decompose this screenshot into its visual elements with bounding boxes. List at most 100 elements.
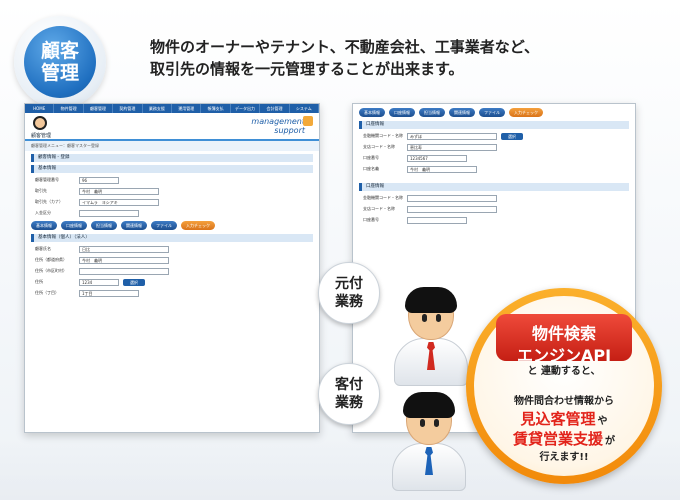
field-label: 支店コード・名称 [363,144,395,149]
headline: 物件のオーナーやテナント、不動産会社、工事業者など、 取引先の情報を一元管理する… [150,36,670,80]
field-input[interactable] [407,205,497,213]
form-row: 顧客管理番号 96 [35,176,309,184]
form-row: 金融機関コード・名称 みずほ 選択 [363,132,625,140]
section-header: 基本情報（個人）（法人） [31,234,313,242]
menu-item[interactable]: 業務支援 [143,104,173,113]
menu-item[interactable]: 物件管理 [54,104,84,113]
tab-pill[interactable]: 関連情報 [121,221,147,230]
field-input[interactable]: 96 [79,176,119,184]
bubble-line1: 元付 [335,276,363,292]
field-input[interactable] [79,267,169,275]
form-row: 顧客氏名 日比 [35,245,309,253]
field-label: 入金区分 [35,210,51,215]
bubble-line2: 業務 [335,395,363,411]
field-label: 口座番号 [363,155,379,160]
callout-emph1-tail: や [597,416,608,427]
tab-pill[interactable]: 口座情報 [61,221,87,230]
field-input[interactable]: 1234567 [407,154,467,162]
tab-pill[interactable]: 担当情報 [419,108,445,117]
tab-pill[interactable]: ファイル [479,108,505,117]
callout-emph1-row: 見込客管理や [474,408,654,429]
bubble-line1: 客付 [335,377,363,393]
form-row: 口座番号 1234567 [363,154,625,162]
field-input[interactable]: 日比 [79,245,169,253]
form-row: 住所 1234 選択 [35,278,309,286]
menu-item[interactable]: 帳簿支払 [201,104,231,113]
menu-item[interactable]: 会計管理 [260,104,290,113]
menu-item[interactable]: データ出力 [231,104,261,113]
callout-emph2: 賃貸営業支援 [512,430,603,448]
tab-pills: 基本情報 口座情報 担当情報 関連情報 ファイル 入力チェック [31,221,313,230]
callout-emph2-row: 賃貸営業支援が [474,428,654,449]
field-input[interactable]: 今村 義明 [79,187,159,195]
field-label: 口座名義 [363,166,379,171]
form-row: 住所（都道府県） 今村 義明 [35,256,309,264]
field-input[interactable]: 今村 義明 [407,165,477,173]
brand-line2: support [274,126,305,135]
form-row: 口座番号 [363,216,625,224]
form-row: 入金区分 [35,209,309,217]
brand-logo: management support [251,117,305,135]
eye [420,419,425,427]
menu-item[interactable]: 顧客管理 [84,104,114,113]
menu-item[interactable]: 契約管理 [113,104,143,113]
tab-pill[interactable]: 基本情報 [31,221,57,230]
field-label: 顧客氏名 [35,246,51,251]
field-label: 金融機関コード・名称 [363,195,403,200]
tab-pill[interactable]: 口座情報 [389,108,415,117]
tab-pill[interactable]: 基本情報 [359,108,385,117]
check-pill[interactable]: 入力チェック [509,108,543,117]
menu-item[interactable]: システム [290,104,319,113]
field-input[interactable]: 1234 [79,278,119,286]
form-row: 金融機関コード・名称 [363,194,625,202]
callout-title2-tail: と [527,366,538,377]
callout-emph2-tail: が [605,436,615,447]
menu-item[interactable]: 運用管理 [172,104,202,113]
callout-line3-text: 連動すると、 [540,366,601,377]
user-icon [33,116,47,130]
field-label: 住所（市区町村） [35,268,67,273]
section-header: 基本情報 [31,165,313,173]
field-input[interactable]: みずほ [407,132,497,140]
menu-item[interactable]: HOME [25,104,55,113]
bubble-line2: 業務 [335,294,363,310]
logo-bar: 顧客管理 management support [25,113,319,141]
select-button[interactable]: 選択 [501,132,523,140]
select-button[interactable]: 選択 [123,278,145,286]
tab-pill[interactable]: 関連情報 [449,108,475,117]
headline-line2: 取引先の情報を一元管理することが出来ます。 [150,60,464,78]
field-label: 顧客管理番号 [35,177,59,182]
badge-line1: 顧客 [40,40,79,62]
tab-pill[interactable]: ファイル [151,221,177,230]
badge-line2: 管理 [40,62,79,84]
field-input[interactable] [79,209,139,217]
plus-logo-icon [303,116,313,126]
field-label: 住所（都道府県） [35,257,67,262]
field-input[interactable]: 1丁目 [79,289,139,297]
field-input[interactable] [407,194,497,202]
customer-management-badge: 顧客 管理 [14,16,106,108]
headline-line1: 物件のオーナーやテナント、不動産会社、工事業者など、 [150,38,539,56]
breadcrumb: 顧客管理メニュー：顧客マスター登録 [25,141,319,151]
field-input[interactable] [407,216,467,224]
field-label: 住所（丁目） [35,290,59,295]
tab-pills: 基本情報 口座情報 担当情報 関連情報 ファイル 入力チェック [359,108,629,117]
section-header: 顧客情報 - 登録 [31,154,313,162]
eye [422,314,427,322]
check-pill[interactable]: 入力チェック [181,221,215,230]
form-row: 住所（丁目） 1丁目 [35,289,309,297]
field-input[interactable]: 今村 義明 [79,256,169,264]
form-row: 支店コード・名称 [363,205,625,213]
eye [436,314,441,322]
tab-pill[interactable]: 担当情報 [91,221,117,230]
form-row: 取引先 今村 義明 [35,187,309,195]
callout-inner: 物件検索 エンジンAPI と 連動すると、 物件問合わせ情報から 見込客管理や … [474,296,654,476]
field-label: 金融機関コード・名称 [363,133,403,138]
field-input[interactable]: イマムラ ヨシアキ [79,198,159,206]
eye [434,419,439,427]
section-header: 口座情報 [359,183,629,191]
callout-title1: 物件検索 [531,324,596,343]
field-label: 支店コード・名称 [363,206,395,211]
callout-line4: 物件問合わせ情報から [514,396,614,407]
field-input[interactable]: 恵比寿 [407,143,497,151]
